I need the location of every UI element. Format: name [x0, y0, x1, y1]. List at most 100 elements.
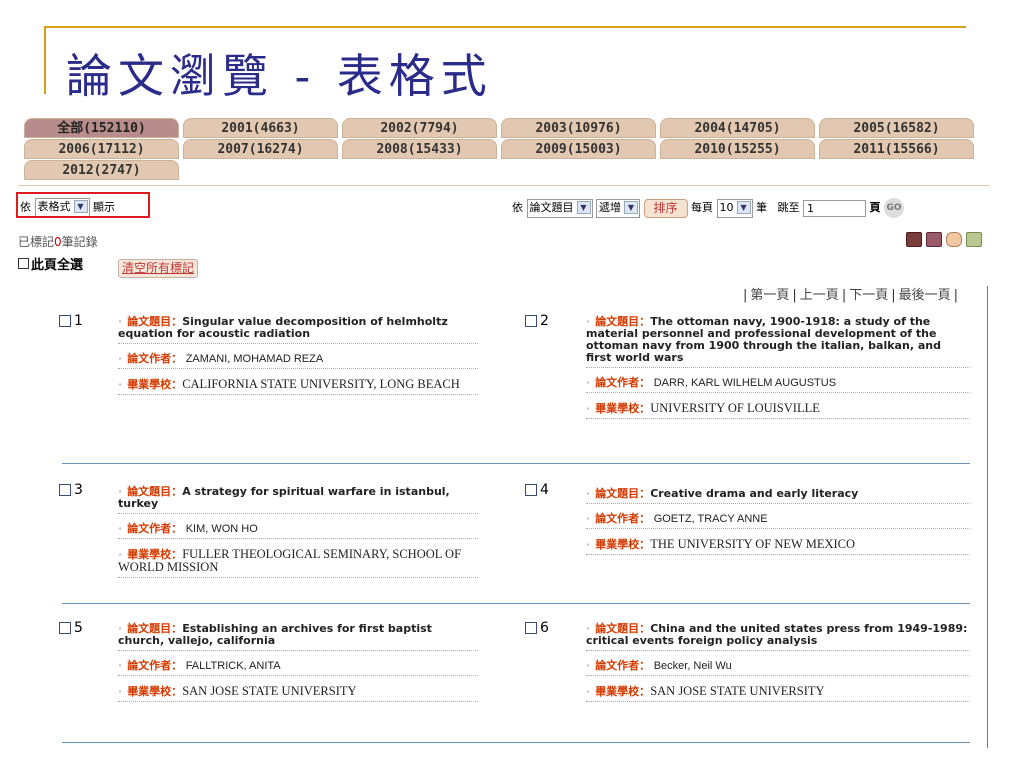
school-label: 畢業學校：: [595, 685, 651, 698]
per-page-select[interactable]: 10 ▼: [716, 198, 753, 218]
toolbar-icons: [906, 232, 982, 247]
tab-row-3: 2012(2747): [24, 160, 988, 180]
sort-field-select[interactable]: 論文題目 ▼: [526, 198, 593, 218]
record-author: DARR, KARL WILHELM AUGUSTUS: [653, 377, 837, 389]
record-card: · 論文題目：A strategy for spiritual warfare i…: [118, 486, 478, 587]
print-icon[interactable]: [926, 232, 942, 247]
tab-2004[interactable]: 2004(14705): [660, 118, 815, 138]
record-title-field: · 論文題目：Singular value decomposition of he…: [118, 316, 478, 344]
record-author: ZAMANI, MOHAMAD REZA: [185, 353, 324, 365]
per-page-unit: 筆: [756, 201, 768, 214]
record-school-field: · 畢業學校：UNIVERSITY OF LOUISVILLE: [586, 402, 970, 419]
jump-unit: 頁: [869, 201, 881, 214]
record-index: 6: [540, 620, 549, 636]
record-author: GOETZ, TRACY ANNE: [653, 513, 768, 525]
record-checkbox[interactable]: [525, 484, 537, 496]
tab-2001[interactable]: 2001(4663): [183, 118, 338, 138]
record-card: · 論文題目：The ottoman navy, 1900-1918: a stu…: [586, 316, 970, 428]
tab-2012[interactable]: 2012(2747): [24, 160, 179, 180]
chevron-down-icon: ▼: [624, 200, 638, 214]
record-card: · 論文題目：China and the united states press …: [586, 623, 970, 711]
tab-all[interactable]: 全部(152110): [24, 118, 179, 138]
sort-order-value: 遞增: [599, 200, 621, 214]
save-icon[interactable]: [906, 232, 922, 247]
record-card: · 論文題目：Singular value decomposition of he…: [118, 316, 478, 404]
tab-2002[interactable]: 2002(7794): [342, 118, 497, 138]
jump-label: 跳至: [777, 201, 800, 214]
school-label: 畢業學校：: [595, 538, 651, 551]
slide-frame-top: [46, 26, 966, 28]
record-school-field: · 畢業學校：FULLER THEOLOGICAL SEMINARY, SCHOO…: [118, 548, 478, 578]
record-number: 3: [59, 482, 83, 498]
chevron-down-icon: ▼: [576, 200, 591, 214]
record-author: Becker, Neil Wu: [653, 660, 732, 672]
sort-field-value: 論文題目: [529, 200, 574, 214]
pager-last[interactable]: 最後一頁: [899, 288, 951, 303]
tab-2008[interactable]: 2008(15433): [342, 139, 497, 159]
record-divider: [62, 603, 970, 604]
record-author-field: · 論文作者： FALLTRICK, ANITA: [118, 660, 478, 676]
tab-2010[interactable]: 2010(15255): [660, 139, 815, 159]
record-school: SAN JOSE STATE UNIVERSITY: [650, 684, 825, 698]
tab-row-2: 2006(17112) 2007(16274) 2008(15433) 2009…: [24, 139, 988, 159]
record-index: 5: [74, 620, 83, 636]
tab-2011[interactable]: 2011(15566): [819, 139, 974, 159]
folder-icon[interactable]: [946, 232, 962, 247]
tab-2003[interactable]: 2003(10976): [501, 118, 656, 138]
record-checkbox[interactable]: [59, 484, 71, 496]
school-label: 畢業學校：: [127, 685, 183, 698]
record-checkbox[interactable]: [525, 315, 537, 327]
author-label: 論文作者：: [595, 512, 651, 525]
slide-frame-left: [44, 26, 46, 94]
tab-2009[interactable]: 2009(15003): [501, 139, 656, 159]
record-school-field: · 畢業學校：SAN JOSE STATE UNIVERSITY: [586, 685, 970, 702]
record-number: 5: [59, 620, 83, 636]
record-checkbox[interactable]: [525, 622, 537, 634]
jump-page-input[interactable]: 1: [803, 199, 867, 217]
sort-order-select[interactable]: 遞增 ▼: [596, 198, 640, 218]
record-title-field: · 論文題目：A strategy for spiritual warfare i…: [118, 486, 478, 514]
record-divider: [62, 742, 970, 743]
tab-2006[interactable]: 2006(17112): [24, 139, 179, 159]
author-label: 論文作者：: [595, 376, 651, 389]
record-checkbox[interactable]: [59, 622, 71, 634]
record-title-field: · 論文題目：Creative drama and early literacy: [586, 488, 970, 504]
record-author: FALLTRICK, ANITA: [185, 660, 281, 672]
record-title[interactable]: Creative drama and early literacy: [650, 487, 858, 500]
tab-2007[interactable]: 2007(16274): [183, 139, 338, 159]
pager-prev[interactable]: 上一頁: [800, 288, 839, 303]
record-index: 1: [74, 313, 83, 329]
select-all[interactable]: 此頁全選: [18, 254, 83, 273]
record-author-field: · 論文作者： DARR, KARL WILHELM AUGUSTUS: [586, 377, 970, 393]
record-index: 3: [74, 482, 83, 498]
author-label: 論文作者：: [127, 659, 183, 672]
record-school-field: · 畢業學校：SAN JOSE STATE UNIVERSITY: [118, 685, 478, 702]
clear-marks-button[interactable]: 清空所有標記: [118, 259, 199, 278]
go-button[interactable]: GO: [884, 198, 905, 218]
sort-controls: 依 論文題目 ▼ 遞增 ▼ 排序 每頁 10 ▼ 筆 跳至 1 頁 GO: [512, 198, 905, 218]
record-school: UNIVERSITY OF LOUISVILLE: [650, 401, 820, 415]
tab-row-1: 全部(152110) 2001(4663) 2002(7794) 2003(10…: [24, 118, 988, 138]
record-number: 2: [525, 313, 549, 329]
marked-suffix: 筆記錄: [61, 235, 98, 249]
pager-first[interactable]: 第一頁: [750, 288, 789, 303]
tab-2005[interactable]: 2005(16582): [819, 118, 974, 138]
record-school: THE UNIVERSITY OF NEW MEXICO: [650, 537, 856, 551]
highlight-box: [16, 192, 150, 218]
select-all-label: 此頁全選: [31, 258, 84, 273]
record-index: 2: [540, 313, 549, 329]
record-checkbox[interactable]: [59, 315, 71, 327]
select-all-checkbox[interactable]: [18, 258, 29, 269]
title-label: 論文題目：: [595, 487, 651, 500]
sort-button[interactable]: 排序: [643, 198, 688, 218]
record-school: SAN JOSE STATE UNIVERSITY: [182, 684, 357, 698]
school-label: 畢業學校：: [127, 378, 183, 391]
record-card: · 論文題目：Creative drama and early literacy …: [586, 488, 970, 564]
record-author: KIM, WON HO: [185, 523, 258, 535]
record-number: 4: [525, 482, 549, 498]
marked-number: 0: [54, 235, 62, 249]
pager-next[interactable]: 下一頁: [849, 288, 888, 303]
marked-prefix: 已標記: [18, 235, 55, 249]
export-icon[interactable]: [966, 232, 982, 247]
record-index: 4: [540, 482, 549, 498]
